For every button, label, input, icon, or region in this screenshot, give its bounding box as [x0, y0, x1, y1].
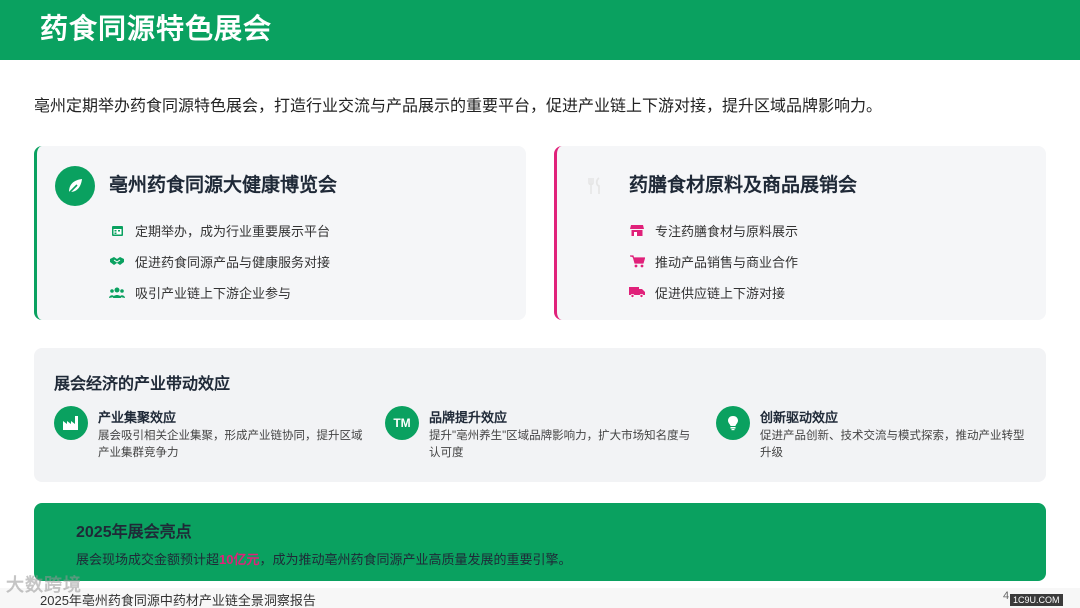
expo-card-ingredients: 药膳食材原料及商品展销会 专注药膳食材与原料展示 推动产品销售与商业合作 促进供…: [554, 146, 1046, 320]
card-title: 药膳食材原料及商品展销会: [629, 175, 858, 196]
highlight-banner: 2025年展会亮点 展会现场成交金额预计超10亿元，成为推动亳州药食同源产业高质…: [34, 503, 1046, 581]
handshake-icon: [109, 253, 125, 269]
highlight-amount: 10亿元: [219, 552, 260, 567]
site-badge: 1C9U.COM: [1010, 594, 1063, 606]
cart-icon: [629, 253, 645, 269]
list-item: 推动产品销售与商业合作: [629, 251, 798, 271]
footer: 2025年亳州药食同源中药材产业链全景洞察报告 4: [0, 588, 1080, 608]
effect-desc: 促进产品创新、技术交流与模式探索，推动产业转型升级: [760, 430, 1025, 459]
list-item: 吸引产业链上下游企业参与: [109, 282, 330, 302]
watermark: 大数跨境: [6, 575, 82, 595]
expo-card-health: 亳州药食同源大健康博览会 定期举办，成为行业重要展示平台 促进药食同源产品与健康…: [34, 146, 526, 320]
intro-text: 亳州定期举办药食同源特色展会，打造行业交流与产品展示的重要平台，促进产业链上下游…: [34, 98, 883, 115]
effect-title: 创新驱动效应: [760, 410, 839, 425]
bullet-text: 定期举办，成为行业重要展示平台: [135, 223, 331, 239]
section-title: 展会经济的产业带动效应: [54, 376, 231, 393]
list-item: 专注药膳食材与原料展示: [629, 220, 798, 240]
list-item: 促进药食同源产品与健康服务对接: [109, 251, 330, 271]
bullet-text: 促进药食同源产品与健康服务对接: [135, 254, 331, 270]
card-title: 亳州药食同源大健康博览会: [109, 175, 338, 196]
list-item: 促进供应链上下游对接: [629, 282, 798, 302]
effect-desc: 展会吸引相关企业集聚，形成产业链协同，提升区域产业集群竞争力: [98, 430, 363, 459]
header-bar: 药食同源特色展会: [0, 0, 1080, 60]
leaf-icon: [55, 166, 95, 206]
effect-title: 品牌提升效应: [429, 410, 508, 425]
highlight-text-after: ，成为推动亳州药食同源产业高质量发展的重要引擎。: [259, 552, 572, 567]
calendar-icon: [109, 222, 125, 238]
bullet-text: 专注药膳食材与原料展示: [655, 223, 799, 239]
bullet-text: 推动产品销售与商业合作: [655, 254, 799, 270]
effect-desc: 提升"亳州养生"区域品牌影响力，扩大市场知名度与认可度: [429, 430, 691, 459]
effect-title: 产业集聚效应: [98, 410, 177, 425]
industry-icon: [54, 406, 88, 440]
bullet-text: 吸引产业链上下游企业参与: [135, 285, 292, 301]
store-icon: [629, 222, 645, 238]
page-number: 4: [1003, 590, 1010, 602]
page-title: 药食同源特色展会: [40, 13, 273, 44]
highlight-text-before: 展会现场成交金额预计超: [76, 552, 220, 567]
trademark-icon: TM: [385, 406, 419, 440]
industry-effects-panel: 展会经济的产业带动效应 产业集聚效应 展会吸引相关企业集聚，形成产业链协同，提升…: [34, 348, 1046, 482]
users-icon: [109, 284, 125, 300]
highlight-title: 2025年展会亮点: [76, 524, 192, 541]
truck-icon: [629, 284, 645, 300]
lightbulb-icon: [716, 406, 750, 440]
list-item: 定期举办，成为行业重要展示平台: [109, 220, 330, 240]
highlight-text: 展会现场成交金额预计超10亿元，成为推动亳州药食同源产业高质量发展的重要引擎。: [76, 549, 572, 568]
bullet-text: 促进供应链上下游对接: [655, 285, 786, 301]
utensils-icon: [575, 166, 615, 206]
